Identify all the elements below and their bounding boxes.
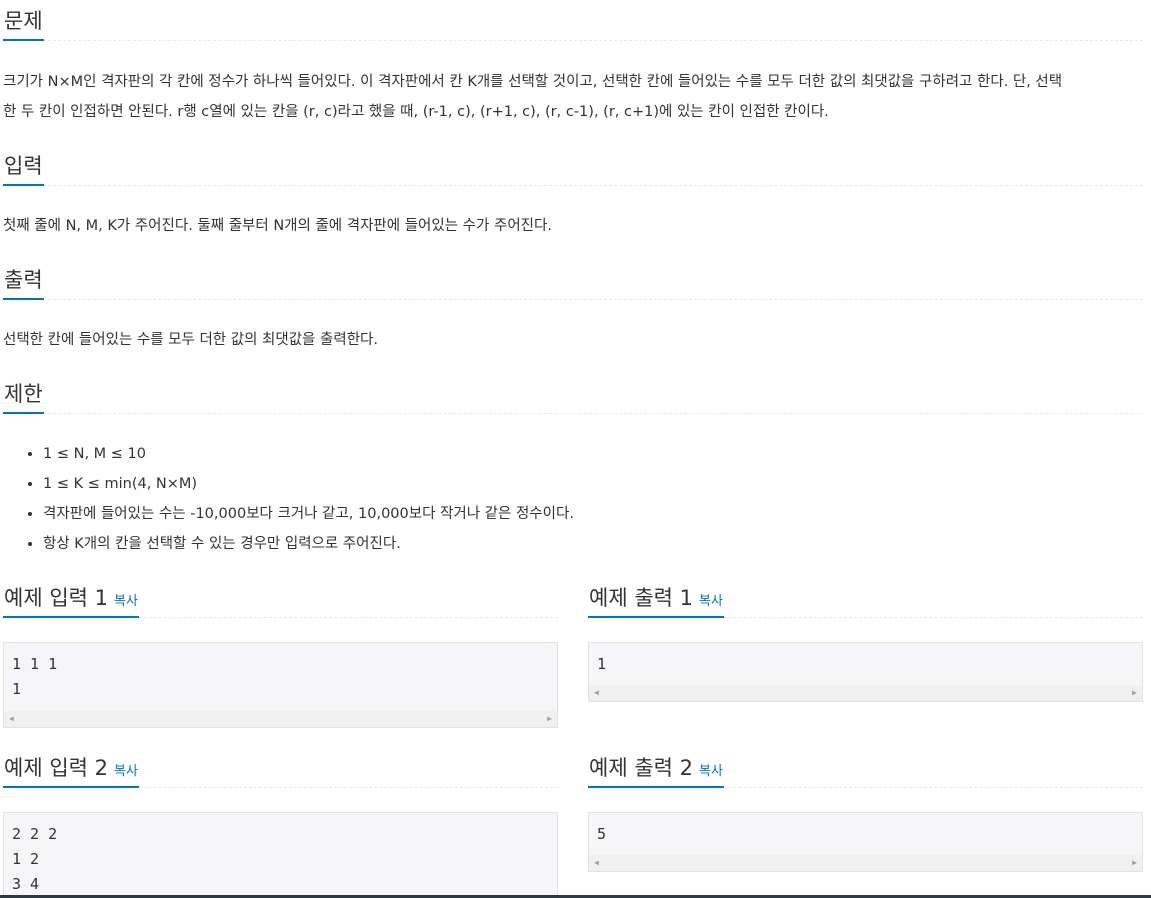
sample-input-2-headline: 예제 입력 2 복사 [3,747,558,788]
sample-output-1-title: 예제 출력 1 [589,586,693,610]
sample-output-1-section: 예제 출력 1 복사 [588,577,1143,618]
limits-section: 제한 1 ≤ N, M ≤ 10 1 ≤ K ≤ min(4, N×M) 격자판… [3,373,1143,559]
output-headline: 출력 [3,259,1143,300]
sample-output-1-headline: 예제 출력 1 복사 [588,577,1143,618]
copy-sample-output-1-button[interactable]: 복사 [699,594,723,609]
problem-title: 문제 [3,3,44,41]
problem-section: 문제 크기가 N×M인 격자판의 각 칸에 정수가 하나씩 들어있다. 이 격자… [3,0,1143,127]
limit-item: 항상 K개의 칸을 선택할 수 있는 경우만 입력으로 주어진다. [43,529,1143,559]
scroll-left-arrow-icon[interactable]: ◀ [594,688,599,698]
limit-item: 1 ≤ K ≤ min(4, N×M) [43,469,1143,499]
scroll-right-arrow-icon[interactable]: ▶ [1132,858,1137,868]
scroll-left-arrow-icon[interactable]: ◀ [594,858,599,868]
sample-input-2-title: 예제 입력 2 [4,756,108,780]
limit-item: 격자판에 들어있는 수는 -10,000보다 크거나 같고, 10,000보다 … [43,499,1143,529]
copy-sample-input-2-button[interactable]: 복사 [114,764,138,779]
sample-input-2-box[interactable]: 2 2 2 1 2 3 4 [3,812,558,898]
scroll-left-arrow-icon[interactable]: ◀ [9,714,14,724]
copy-sample-output-2-button[interactable]: 복사 [699,764,723,779]
sample-output-1-content: 1 [597,655,607,673]
sample-output-2-section: 예제 출력 2 복사 [588,747,1143,788]
scroll-right-arrow-icon[interactable]: ▶ [547,714,552,724]
output-text: 선택한 칸에 들어있는 수를 모두 더한 값의 최댓값을 출력한다. [3,332,378,348]
problem-text-line2: 한 두 칸이 인접하면 안된다. r행 c열에 있는 칸을 (r, c)라고 했… [3,104,829,120]
output-section: 출력 선택한 칸에 들어있는 수를 모두 더한 값의 최댓값을 출력한다. [3,259,1143,355]
limits-headline: 제한 [3,373,1143,414]
sample-input-2-section: 예제 입력 2 복사 [3,747,558,788]
sample-input-1-section: 예제 입력 1 복사 [3,577,558,618]
input-text: 첫째 줄에 N, M, K가 주어진다. 둘째 줄부터 N개의 줄에 격자판에 … [3,218,552,234]
sample-output-2-headline: 예제 출력 2 복사 [588,747,1143,788]
sample-input-1-title: 예제 입력 1 [4,586,108,610]
sample-input-2-title-wrap: 예제 입력 2 복사 [3,750,139,788]
sample-output-2-scrollbar[interactable]: ◀ ▶ [589,855,1142,871]
sample-input-2-content: 2 2 2 1 2 3 4 [12,825,58,893]
sample-output-2-content: 5 [597,825,607,843]
sample-input-1-box[interactable]: 1 1 1 1 ◀ ▶ [3,642,558,728]
copy-sample-input-1-button[interactable]: 복사 [114,594,138,609]
sample-output-1-box[interactable]: 1 ◀ ▶ [588,642,1143,702]
sample-input-1-title-wrap: 예제 입력 1 복사 [3,580,139,618]
sample-output-1-scrollbar[interactable]: ◀ ▶ [589,685,1142,701]
sample-input-1-scrollbar[interactable]: ◀ ▶ [4,711,557,727]
problem-text-line1: 크기가 N×M인 격자판의 각 칸에 정수가 하나씩 들어있다. 이 격자판에서… [3,74,1063,90]
limits-title: 제한 [3,376,44,414]
sample-input-1-content: 1 1 1 1 [12,655,58,698]
input-title: 입력 [3,148,44,186]
sample-output-2-title: 예제 출력 2 [589,756,693,780]
problem-headline: 문제 [3,0,1143,41]
output-title: 출력 [3,262,44,300]
sample-output-2-box[interactable]: 5 ◀ ▶ [588,812,1143,872]
sample-input-1-headline: 예제 입력 1 복사 [3,577,558,618]
input-section: 입력 첫째 줄에 N, M, K가 주어진다. 둘째 줄부터 N개의 줄에 격자… [3,145,1143,241]
limit-item: 1 ≤ N, M ≤ 10 [43,439,1143,469]
input-headline: 입력 [3,145,1143,186]
sample-output-2-title-wrap: 예제 출력 2 복사 [588,750,724,788]
sample-output-1-title-wrap: 예제 출력 1 복사 [588,580,724,618]
scroll-right-arrow-icon[interactable]: ▶ [1132,688,1137,698]
limits-list: 1 ≤ N, M ≤ 10 1 ≤ K ≤ min(4, N×M) 격자판에 들… [3,439,1143,559]
